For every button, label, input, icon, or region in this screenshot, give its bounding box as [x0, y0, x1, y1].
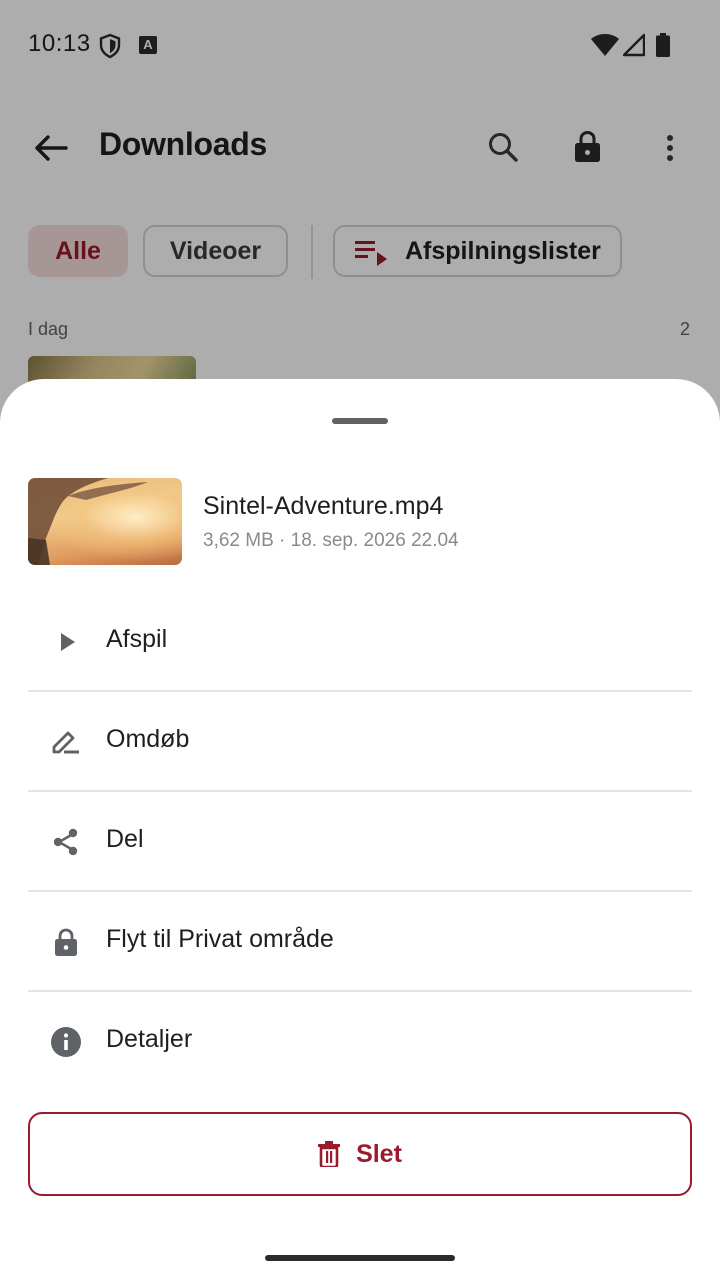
menu-item-label: Flyt til Privat område [106, 925, 334, 953]
file-name: Sintel-Adventure.mp4 [203, 492, 444, 520]
menu-item-rename[interactable]: Omdøb [0, 692, 720, 792]
menu-item-details[interactable]: Detaljer [0, 992, 720, 1092]
delete-button[interactable]: Slet [28, 1112, 692, 1196]
info-icon [51, 1027, 81, 1057]
play-icon [61, 633, 75, 651]
trash-icon [318, 1141, 341, 1167]
menu-item-move-private[interactable]: Flyt til Privat område [0, 892, 720, 992]
navigation-handle[interactable] [265, 1255, 455, 1261]
share-icon [53, 828, 78, 856]
drag-handle[interactable] [332, 418, 388, 424]
menu-item-play[interactable]: Afspil [0, 592, 720, 692]
bottom-sheet: Sintel-Adventure.mp4 3,62 MB · 18. sep. … [0, 379, 720, 1280]
menu-item-label: Detaljer [106, 1025, 193, 1053]
file-thumbnail [28, 478, 182, 565]
lock-icon [55, 928, 77, 956]
menu-item-share[interactable]: Del [0, 792, 720, 892]
menu-item-label: Afspil [106, 625, 168, 653]
file-meta: 3,62 MB · 18. sep. 2026 22.04 [203, 530, 459, 551]
thumbnail-image [28, 478, 148, 565]
delete-label: Slet [356, 1139, 402, 1168]
menu-item-label: Del [106, 825, 144, 853]
rename-icon [52, 731, 79, 754]
menu-item-label: Omdøb [106, 725, 190, 753]
